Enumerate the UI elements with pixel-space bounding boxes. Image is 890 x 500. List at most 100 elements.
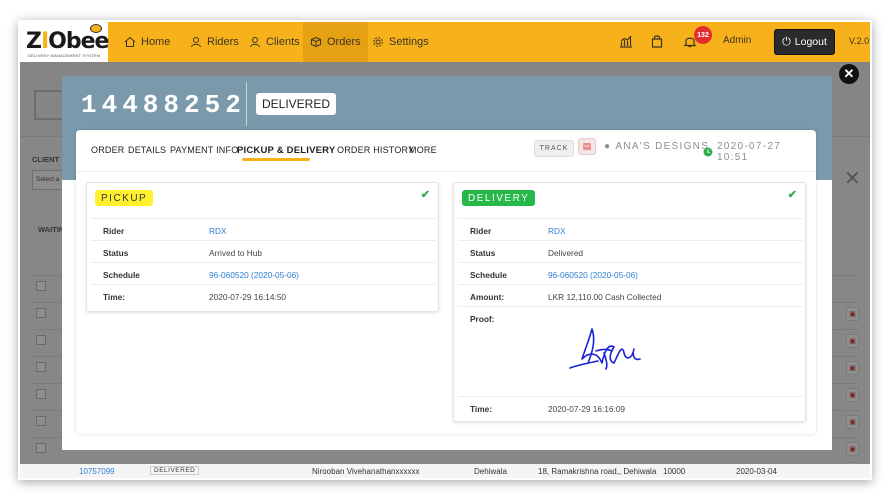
pdf-icon[interactable]: ▣	[846, 361, 859, 375]
chart-icon[interactable]	[619, 34, 633, 48]
order-status-badge: DELIVERED	[256, 93, 337, 115]
pdf-icon[interactable]: ▣	[846, 307, 859, 321]
pdf-icon[interactable]: ▣	[846, 415, 859, 429]
pdf-icon[interactable]: ▤	[578, 138, 596, 155]
clear-filter-icon[interactable]: ✕	[844, 166, 861, 191]
app-version: V.2.0	[849, 36, 870, 46]
row-label: Time:	[103, 292, 125, 302]
tab-order[interactable]: ORDER	[91, 145, 125, 155]
pickup-status: Arrived to Hub	[209, 248, 263, 258]
notification-badge: 132	[694, 26, 712, 44]
nav-orders[interactable]: Orders	[303, 22, 368, 62]
check-icon: ✔	[420, 189, 430, 201]
home-icon	[124, 36, 136, 47]
top-navbar: ZIObee DELIVERY MANAGEMENT SYSTEM Home R…	[20, 22, 870, 62]
header-divider	[246, 82, 247, 126]
row-label: Schedule	[470, 270, 507, 280]
order-link[interactable]: 10757099	[79, 467, 115, 476]
signature-image[interactable]	[568, 323, 648, 373]
created-date: 2020-07-27 10:51	[703, 141, 816, 163]
delivery-title: DELIVERY	[462, 190, 536, 206]
close-icon[interactable]: ✕	[839, 64, 859, 84]
created-date-value: 2020-07-27 10:51	[716, 141, 782, 163]
tab-divider	[76, 171, 816, 172]
pickup-schedule-row: Schedule 96-060520 (2020-05-06)	[91, 262, 436, 284]
user-name[interactable]: Admin	[723, 35, 751, 46]
clock-icon	[703, 147, 713, 157]
row-checkbox[interactable]	[36, 389, 46, 399]
logout-button[interactable]: ⏻ Logout	[774, 29, 835, 55]
bee-icon	[90, 24, 102, 33]
pdf-icon[interactable]: ▣	[846, 442, 859, 456]
row-checkbox[interactable]	[36, 308, 46, 318]
pickup-status-row: Status Arrived to Hub	[91, 240, 436, 262]
row-checkbox[interactable]	[36, 281, 46, 291]
nav-clients-label: Clients	[266, 36, 300, 48]
rider-link[interactable]: RDX	[209, 226, 227, 236]
client-name: ANA'S DESIGNS	[615, 141, 710, 152]
waiting-label: WAITIN	[38, 225, 65, 234]
row-checkbox[interactable]	[36, 416, 46, 426]
row-checkbox[interactable]	[36, 362, 46, 372]
order-number: 14488252	[81, 90, 246, 120]
nav-settings[interactable]: Settings	[366, 22, 435, 62]
tab-payment-info[interactable]: PAYMENT INFO	[170, 145, 238, 155]
delivery-panel: DELIVERY ✔ Rider RDX Status Delivered Sc…	[453, 182, 806, 422]
schedule-link[interactable]: 96-060520 (2020-05-06)	[548, 270, 638, 280]
box-icon	[311, 36, 321, 48]
tab-order-history[interactable]: ORDER HISTORY	[337, 145, 414, 155]
delivery-schedule-row: Schedule 96-060520 (2020-05-06)	[458, 262, 803, 284]
check-icon: ✔	[787, 189, 797, 201]
client-filter-label: CLIENT	[32, 155, 60, 164]
row-label: Proof:	[470, 314, 495, 324]
amount: 10000	[663, 467, 686, 476]
row-label: Rider	[103, 226, 125, 236]
tab-pickup-delivery[interactable]: PICKUP & DELIVERY	[237, 145, 335, 156]
pickup-panel: PICKUP ✔ Rider RDX Status Arrived to Hub…	[86, 182, 439, 312]
order-detail-card: ORDER DETAILS PAYMENT INFO PICKUP & DELI…	[76, 130, 816, 434]
bag-icon[interactable]	[650, 34, 664, 48]
nav-home[interactable]: Home	[118, 22, 176, 62]
row-label: Rider	[470, 226, 492, 236]
status-badge: DELIVERED	[150, 466, 200, 475]
tab-details[interactable]: DETAILS	[128, 145, 166, 155]
cube-icon	[34, 90, 64, 120]
delivery-time-row: Time: 2020-07-29 16:16:09	[458, 396, 803, 418]
row-checkbox[interactable]	[36, 335, 46, 345]
nav-settings-label: Settings	[389, 36, 429, 48]
track-button[interactable]: TRACK	[534, 140, 574, 157]
pickup-time: 2020-07-29 16:14:50	[209, 292, 287, 302]
customer-name: Nirooban Vivehanathanxxxxxx	[312, 467, 420, 476]
delivery-amount: LKR 12,110.00 Cash Collected	[548, 292, 662, 302]
row-checkbox[interactable]	[36, 443, 46, 453]
row-label: Amount:	[470, 292, 505, 302]
nav-riders-label: Riders	[207, 36, 239, 48]
logo[interactable]: ZIObee DELIVERY MANAGEMENT SYSTEM	[20, 22, 109, 62]
order-modal: 14488252 DELIVERED ORDER DETAILS PAYMENT…	[62, 76, 832, 450]
pdf-icon[interactable]: ▣	[846, 388, 859, 402]
city: Dehiwala	[474, 467, 507, 476]
user-icon: ●	[604, 141, 612, 152]
delivery-amount-row: Amount: LKR 12,110.00 Cash Collected	[458, 284, 803, 306]
tab-more[interactable]: MORE	[409, 145, 437, 155]
row-label: Status	[470, 248, 496, 258]
nav-clients[interactable]: Clients	[243, 22, 306, 62]
row-label: Status	[103, 248, 129, 258]
pickup-title: PICKUP	[95, 190, 154, 206]
logo-tagline: DELIVERY MANAGEMENT SYSTEM	[28, 53, 101, 58]
row-label: Time:	[470, 404, 492, 414]
row-label: Schedule	[103, 270, 140, 280]
client-info: ● ANA'S DESIGNS	[604, 141, 709, 152]
app-window: CLIENT Select a ✕ WAITIN ▣ ▣ ▣ ▣ ▣ ▣ ▣ 1…	[20, 22, 870, 478]
nav-home-label: Home	[141, 36, 171, 48]
delivery-status: Delivered	[548, 248, 584, 258]
nav-orders-label: Orders	[327, 36, 361, 48]
schedule-link[interactable]: 96-060520 (2020-05-06)	[209, 270, 299, 280]
pdf-icon[interactable]: ▣	[846, 334, 859, 348]
rider-link[interactable]: RDX	[548, 226, 566, 236]
nav-riders[interactable]: Riders	[184, 22, 245, 62]
table-row: 10757099 DELIVERED Nirooban Vivehanathan…	[20, 464, 870, 478]
delivery-rider-row: Rider RDX	[458, 218, 803, 240]
user-icon	[191, 37, 201, 48]
delivery-time: 2020-07-29 16:16:09	[548, 404, 626, 414]
